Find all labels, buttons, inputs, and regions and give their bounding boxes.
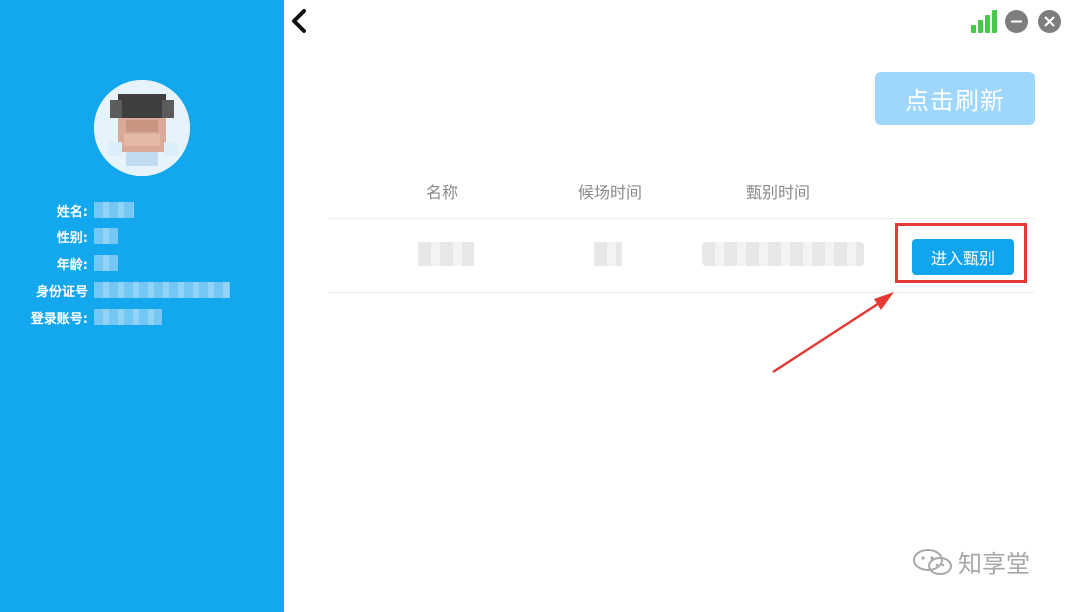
signal-bars-icon xyxy=(971,10,997,33)
account-label: 登录账号: xyxy=(30,311,88,327)
row-waiting-time-value xyxy=(594,242,622,266)
profile-name-row: 姓名: xyxy=(0,200,134,220)
refresh-button[interactable]: 点击刷新 xyxy=(875,72,1035,125)
account-value xyxy=(94,309,162,325)
header-waiting-time: 候场时间 xyxy=(577,183,642,202)
age-label: 年龄: xyxy=(56,257,88,273)
minimize-button[interactable] xyxy=(1005,10,1028,33)
gender-label: 性别: xyxy=(56,230,88,246)
row-name-value xyxy=(418,242,474,266)
header-screening-time: 甄别时间 xyxy=(745,183,810,202)
highlight-box xyxy=(895,223,1027,283)
table-divider-top xyxy=(328,218,1034,219)
watermark: 知享堂 xyxy=(912,544,1030,579)
chevron-left-icon xyxy=(292,9,306,33)
signal-icon xyxy=(970,9,998,33)
table-divider-bottom xyxy=(328,292,1034,293)
close-button[interactable] xyxy=(1038,10,1061,33)
back-button[interactable] xyxy=(288,7,312,35)
id-label: 身份证号 xyxy=(35,284,88,300)
age-value xyxy=(94,255,118,271)
id-value xyxy=(94,282,230,298)
close-icon xyxy=(1044,16,1055,27)
profile-id-row: 身份证号 xyxy=(0,280,230,300)
avatar-image xyxy=(94,80,190,176)
name-label: 姓名: xyxy=(56,204,88,220)
watermark-text: 知享堂 xyxy=(958,550,1030,578)
profile-gender-row: 性别: xyxy=(0,226,118,246)
wechat-icon xyxy=(913,548,952,575)
avatar xyxy=(94,80,190,176)
name-value xyxy=(94,202,134,218)
profile-age-row: 年龄: xyxy=(0,253,118,273)
profile-account-row: 登录账号: xyxy=(0,307,162,327)
gender-value xyxy=(94,228,118,244)
header-name: 名称 xyxy=(425,183,458,202)
row-screening-time-value xyxy=(702,242,864,266)
minus-icon xyxy=(1011,20,1022,23)
sidebar: 姓名: 性别: 年龄: 身份证号 登录账号: xyxy=(0,0,284,612)
